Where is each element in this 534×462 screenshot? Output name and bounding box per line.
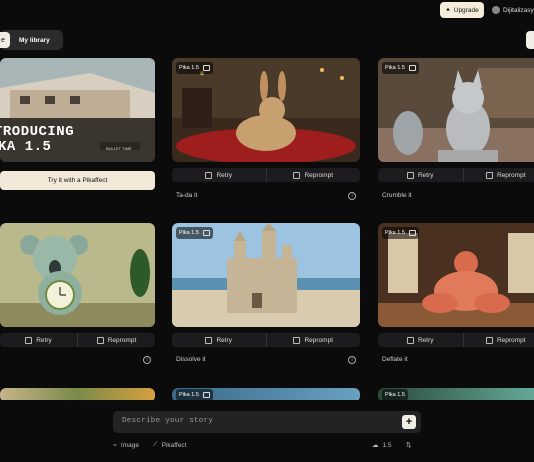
card-caption: Deflate it: [382, 356, 408, 363]
video-thumbnail-cat[interactable]: Pika 1.5: [378, 58, 534, 162]
reprompt-icon: [485, 336, 493, 344]
info-icon[interactable]: i: [348, 356, 356, 364]
image-icon: [202, 230, 210, 236]
wand-icon: ⟋: [153, 441, 158, 448]
image-icon: [202, 392, 210, 398]
reprompt-button[interactable]: Reprompt: [77, 333, 155, 347]
video-thumbnail-koala[interactable]: [0, 223, 155, 327]
intro-title-line2: KA 1.5: [0, 139, 52, 155]
try-pikaffect-button[interactable]: Try it with a Pikaffect: [0, 171, 155, 190]
model-badge: Pika 1.5: [176, 227, 213, 239]
paperclip-icon: ⌁: [113, 442, 117, 449]
video-thumbnail-rabbit[interactable]: Pika 1.5: [172, 58, 360, 162]
retry-button[interactable]: Retry: [172, 168, 266, 182]
card-caption: Ta-da it: [176, 192, 198, 199]
reprompt-icon: [293, 336, 301, 344]
intro-sign-text: BULLET TIME: [106, 146, 132, 151]
reprompt-button[interactable]: Reprompt: [265, 168, 361, 182]
pikaffect-button[interactable]: ⟋ Pikaffect: [153, 441, 186, 449]
image-upload-button[interactable]: ⌁ Image: [113, 441, 139, 450]
user-menu[interactable]: Dijitalizasy: [492, 2, 534, 18]
reprompt-button[interactable]: Reprompt: [462, 333, 534, 347]
library-tabs: e My library: [0, 30, 63, 50]
card-actions: Retry Reprompt: [378, 333, 534, 347]
intro-title-line1: TRODUCING: [0, 124, 75, 140]
reprompt-icon: [485, 171, 493, 179]
card-actions: Retry Reprompt: [0, 333, 155, 347]
retry-icon: [25, 336, 33, 344]
card-actions: Retry Reprompt: [378, 168, 534, 182]
image-icon: [202, 65, 210, 71]
reprompt-button[interactable]: Reprompt: [462, 168, 534, 182]
tab-my-library[interactable]: My library: [19, 37, 50, 44]
model-badge: Pika 1.5: [382, 227, 419, 239]
info-icon[interactable]: i: [348, 192, 356, 200]
retry-icon: [406, 336, 414, 344]
cloud-icon: ☁: [372, 442, 379, 449]
user-name: Dijitalizasy: [503, 6, 534, 14]
layout-toggle-button[interactable]: [526, 31, 534, 49]
retry-button[interactable]: Retry: [0, 333, 77, 347]
upgrade-button[interactable]: ✦ Upgrade: [440, 2, 484, 18]
retry-icon: [205, 171, 213, 179]
card-actions: Retry Reprompt: [172, 333, 360, 347]
retry-icon: [406, 171, 414, 179]
model-badge: Pika 1.5: [382, 62, 419, 74]
credits-indicator: ☁ 1.5: [372, 441, 392, 450]
retry-icon: [205, 336, 213, 344]
info-icon[interactable]: i: [143, 356, 151, 364]
upgrade-label: Upgrade: [453, 6, 479, 14]
retry-button[interactable]: Retry: [378, 168, 463, 182]
card-actions: Retry Reprompt: [172, 168, 360, 182]
card-caption: Crumble it: [382, 192, 412, 199]
reprompt-icon: [293, 171, 301, 179]
settings-sliders-icon[interactable]: ⇅: [406, 441, 411, 449]
avatar: [492, 6, 500, 14]
sparkle-icon: ✦: [445, 7, 451, 14]
retry-button[interactable]: Retry: [172, 333, 266, 347]
image-icon: [408, 230, 416, 236]
card-caption: Dissolve it: [176, 356, 206, 363]
video-thumbnail-deflate[interactable]: Pika 1.5: [378, 223, 534, 327]
model-badge: Pika 1.5: [176, 62, 213, 74]
reprompt-button[interactable]: Reprompt: [265, 333, 361, 347]
video-thumbnail-sandcastle[interactable]: Pika 1.5: [172, 223, 360, 327]
plus-icon[interactable]: +: [402, 415, 416, 429]
prompt-placeholder: Describe your story: [122, 417, 214, 425]
retry-button[interactable]: Retry: [378, 333, 463, 347]
tab-explore[interactable]: e: [0, 32, 10, 48]
reprompt-icon: [96, 336, 104, 344]
image-icon: [408, 65, 416, 71]
